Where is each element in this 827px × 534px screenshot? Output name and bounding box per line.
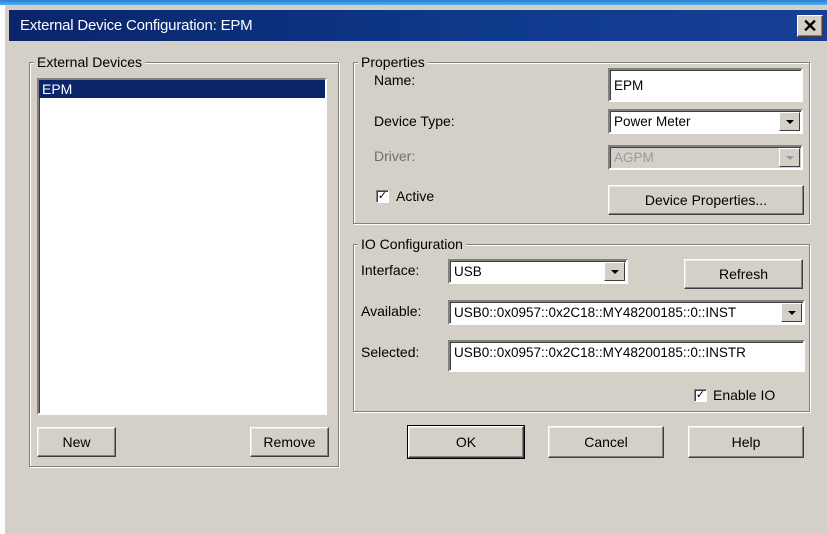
chevron-down-icon <box>785 155 794 160</box>
selected-label: Selected: <box>361 344 420 360</box>
name-label: Name: <box>374 72 416 88</box>
ok-button[interactable]: OK <box>407 425 525 459</box>
list-item[interactable]: EPM <box>39 80 325 98</box>
interface-value: USB <box>454 264 482 279</box>
device-type-dropdown-button[interactable] <box>779 112 800 131</box>
help-button[interactable]: Help <box>688 426 804 458</box>
close-icon: ✕ <box>802 16 818 36</box>
chevron-down-icon <box>610 269 619 274</box>
driver-label: Driver: <box>374 148 416 164</box>
driver-value: AGPM <box>614 150 654 165</box>
properties-group-label: Properties <box>358 54 428 70</box>
interface-dropdown-button[interactable] <box>604 262 625 281</box>
device-type-select[interactable]: Power Meter <box>608 109 803 134</box>
driver-dropdown-button <box>779 148 800 167</box>
refresh-button[interactable]: Refresh <box>684 259 803 289</box>
external-devices-list[interactable]: EPM <box>37 78 327 415</box>
io-configuration-group-label: IO Configuration <box>358 236 466 252</box>
available-label: Available: <box>361 303 422 319</box>
device-properties-button[interactable]: Device Properties... <box>608 185 804 215</box>
driver-select: AGPM <box>608 145 803 170</box>
cancel-button[interactable]: Cancel <box>548 426 664 458</box>
new-button[interactable]: New <box>37 427 116 457</box>
external-devices-group-label: External Devices <box>34 54 146 70</box>
check-icon: ✓ <box>377 190 388 202</box>
enable-io-checkbox[interactable]: ✓ <box>694 389 707 402</box>
active-checkbox[interactable]: ✓ <box>376 190 389 203</box>
device-type-label: Device Type: <box>374 113 455 129</box>
check-icon: ✓ <box>695 389 706 401</box>
chevron-down-icon <box>785 119 794 124</box>
active-label: Active <box>396 188 435 204</box>
available-value: USB0::0x0957::0x2C18::MY48200185::0::INS… <box>454 305 737 320</box>
interface-select[interactable]: USB <box>448 259 628 284</box>
remove-button[interactable]: Remove <box>250 427 329 457</box>
selected-field[interactable]: USB0::0x0957::0x2C18::MY48200185::0::INS… <box>448 340 805 372</box>
chevron-down-icon <box>787 310 796 315</box>
enable-io-label: Enable IO <box>713 387 776 403</box>
interface-label: Interface: <box>361 262 420 278</box>
device-type-value: Power Meter <box>614 114 691 129</box>
window-title: External Device Configuration: EPM <box>20 17 253 34</box>
close-button[interactable]: ✕ <box>797 15 823 37</box>
name-field[interactable]: EPM <box>608 68 803 102</box>
available-dropdown-button[interactable] <box>781 303 802 322</box>
available-select[interactable]: USB0::0x0957::0x2C18::MY48200185::0::INS… <box>448 300 805 325</box>
